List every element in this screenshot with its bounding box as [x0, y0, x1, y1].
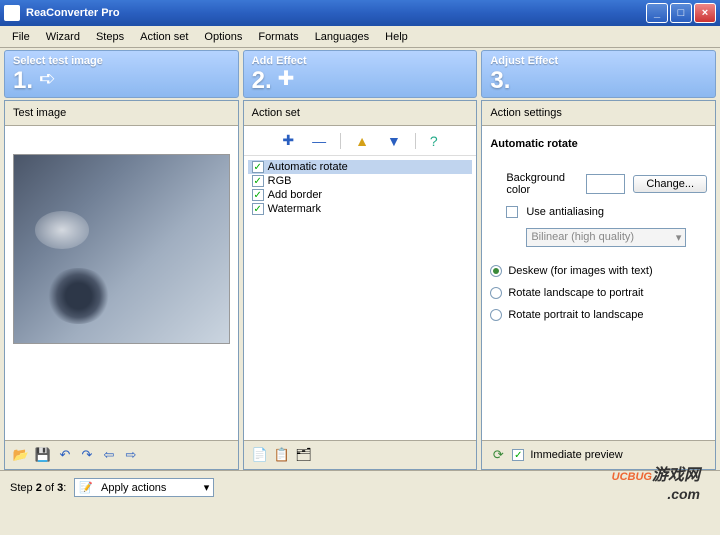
quality-select: Bilinear (high quality) ▾: [526, 228, 686, 247]
add-action-icon[interactable]: ✚: [278, 130, 298, 151]
action-item-label: Automatic rotate: [268, 161, 348, 173]
action-item-label: Add border: [268, 189, 322, 201]
step-2-add-effect[interactable]: Add Effect 2. ✚: [243, 50, 478, 98]
action-item-automatic-rotate[interactable]: ✓ Automatic rotate: [248, 160, 473, 174]
test-image-preview[interactable]: [13, 154, 230, 344]
save-set-icon[interactable]: 📋: [274, 447, 290, 463]
action-list: ✓ Automatic rotate ✓ RGB ✓ Add border ✓ …: [244, 156, 477, 440]
action-set-footer: 📄 📋 🗂: [244, 440, 477, 469]
manage-set-icon[interactable]: 🗂: [296, 447, 312, 463]
radio-landscape-to-portrait[interactable]: Rotate landscape to portrait: [490, 287, 707, 299]
background-color-row: Background color Change...: [506, 172, 707, 196]
action-settings-panel-title: Action settings: [482, 101, 715, 126]
background-color-label: Background color: [506, 172, 578, 196]
minimize-button[interactable]: _: [646, 3, 668, 23]
arrow-icon: ➪: [39, 66, 56, 91]
radio-label: Rotate landscape to portrait: [508, 287, 643, 299]
action-item-add-border[interactable]: ✓ Add border: [248, 188, 473, 202]
main-content: Test image 📂 💾 ↶ ↷ ⇦ ⇨ Action set ✚ — ▲ …: [0, 100, 720, 470]
step-2-number: 2.: [252, 67, 272, 95]
menu-action-set[interactable]: Action set: [132, 29, 196, 45]
help-icon[interactable]: ?: [426, 131, 442, 151]
radio-icon[interactable]: [490, 287, 502, 299]
load-set-icon[interactable]: 📄: [252, 447, 268, 463]
checkbox-icon[interactable]: ✓: [252, 203, 264, 215]
action-item-label: Watermark: [268, 203, 321, 215]
menu-help[interactable]: Help: [377, 29, 416, 45]
menu-file[interactable]: File: [4, 29, 38, 45]
toolbar-separator: [415, 133, 416, 149]
move-down-icon[interactable]: ▼: [383, 131, 405, 151]
bottom-bar: Step 2 of 3: 📝 Apply actions ▾ UCBUG游戏网 …: [0, 470, 720, 504]
immediate-preview-checkbox[interactable]: ✓: [512, 449, 524, 461]
save-icon[interactable]: 💾: [35, 447, 51, 463]
chevron-down-icon: ▾: [204, 481, 210, 494]
antialiasing-label: Use antialiasing: [526, 206, 604, 218]
undo-icon[interactable]: ↶: [57, 447, 73, 463]
checkbox-icon[interactable]: ✓: [252, 189, 264, 201]
step-3-title: Adjust Effect: [490, 55, 707, 67]
change-color-button[interactable]: Change...: [633, 175, 707, 193]
radio-icon[interactable]: [490, 265, 502, 277]
menu-languages[interactable]: Languages: [307, 29, 377, 45]
radio-label: Rotate portrait to landscape: [508, 309, 643, 321]
watermark-logo: UCBUG游戏网 .com: [612, 461, 700, 502]
radio-deskew[interactable]: Deskew (for images with text): [490, 265, 707, 277]
test-image-body: [5, 126, 238, 440]
menu-options[interactable]: Options: [196, 29, 250, 45]
antialiasing-checkbox[interactable]: [506, 206, 518, 218]
test-image-footer: 📂 💾 ↶ ↷ ⇦ ⇨: [5, 440, 238, 469]
test-image-panel: Test image 📂 💾 ↶ ↷ ⇦ ⇨: [4, 100, 239, 470]
apply-actions-select[interactable]: 📝 Apply actions ▾: [74, 478, 214, 497]
settings-section-title: Automatic rotate: [490, 134, 707, 162]
step-1-select-image[interactable]: Select test image 1. ➪: [4, 50, 239, 98]
toolbar-separator: [340, 133, 341, 149]
open-icon[interactable]: 📂: [13, 447, 29, 463]
action-settings-body: Automatic rotate Background color Change…: [482, 126, 715, 440]
app-icon: 🖼: [4, 5, 20, 21]
apply-icon: 📝: [79, 481, 93, 494]
action-set-panel: Action set ✚ — ▲ ▼ ? ✓ Automatic rotate …: [243, 100, 478, 470]
background-color-swatch[interactable]: [586, 174, 625, 194]
window-title: ReaConverter Pro: [26, 7, 644, 19]
prev-icon[interactable]: ⇦: [101, 447, 117, 463]
remove-action-icon[interactable]: —: [308, 131, 330, 151]
action-item-rgb[interactable]: ✓ RGB: [248, 174, 473, 188]
redo-icon[interactable]: ↷: [79, 447, 95, 463]
antialiasing-row: Use antialiasing: [506, 206, 707, 218]
action-settings-panel: Action settings Automatic rotate Backgro…: [481, 100, 716, 470]
menu-wizard[interactable]: Wizard: [38, 29, 88, 45]
action-item-label: RGB: [268, 175, 292, 187]
rotate-mode-radio-group: Deskew (for images with text) Rotate lan…: [490, 265, 707, 321]
menubar: File Wizard Steps Action set Options For…: [0, 26, 720, 48]
checkbox-icon[interactable]: ✓: [252, 161, 264, 173]
titlebar: 🖼 ReaConverter Pro _ □ ×: [0, 0, 720, 26]
close-button[interactable]: ×: [694, 3, 716, 23]
menu-steps[interactable]: Steps: [88, 29, 132, 45]
action-item-watermark[interactable]: ✓ Watermark: [248, 202, 473, 216]
test-image-panel-title: Test image: [5, 101, 238, 126]
quality-select-value: Bilinear (high quality): [531, 231, 634, 244]
radio-label: Deskew (for images with text): [508, 265, 652, 277]
apply-actions-label: Apply actions: [97, 482, 200, 494]
step-3-number: 3.: [490, 67, 510, 95]
immediate-preview-label: Immediate preview: [530, 449, 622, 461]
wizard-steps-header: Select test image 1. ➪ Add Effect 2. ✚ A…: [0, 48, 720, 100]
radio-icon[interactable]: [490, 309, 502, 321]
maximize-button[interactable]: □: [670, 3, 692, 23]
action-toolbar: ✚ — ▲ ▼ ?: [244, 126, 477, 156]
chevron-down-icon: ▾: [676, 231, 682, 244]
step-3-adjust-effect[interactable]: Adjust Effect 3.: [481, 50, 716, 98]
step-1-number: 1.: [13, 67, 33, 95]
step-indicator: Step 2 of 3:: [10, 482, 66, 494]
action-set-panel-title: Action set: [244, 101, 477, 126]
quality-select-row: Bilinear (high quality) ▾: [526, 228, 707, 247]
radio-portrait-to-landscape[interactable]: Rotate portrait to landscape: [490, 309, 707, 321]
checkbox-icon[interactable]: ✓: [252, 175, 264, 187]
menu-formats[interactable]: Formats: [250, 29, 306, 45]
refresh-icon[interactable]: ⟳: [490, 447, 506, 463]
plus-icon: ✚: [278, 66, 295, 91]
move-up-icon[interactable]: ▲: [351, 131, 373, 151]
next-icon[interactable]: ⇨: [123, 447, 139, 463]
